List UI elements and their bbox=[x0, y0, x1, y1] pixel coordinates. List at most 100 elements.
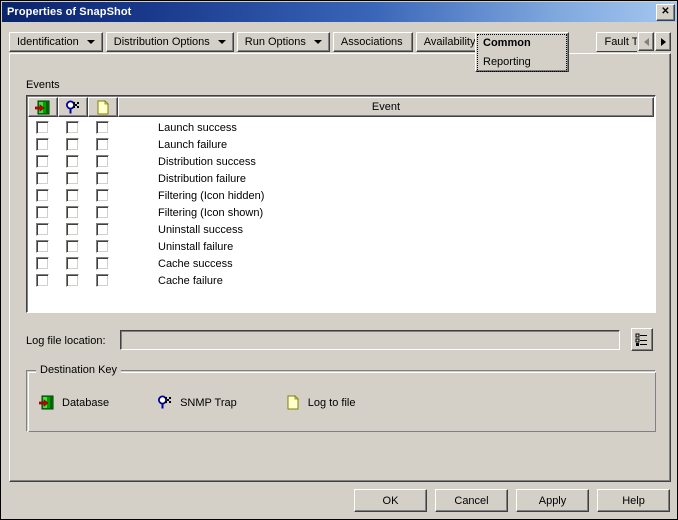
checkbox-logfile-row-8[interactable] bbox=[95, 257, 109, 270]
checkbox-database-row-5[interactable] bbox=[35, 206, 49, 219]
checkbox-snmp-row-8[interactable] bbox=[65, 257, 79, 270]
log-file-browse-button[interactable] bbox=[631, 328, 653, 351]
table-row[interactable]: Distribution success bbox=[27, 153, 655, 170]
dialog-button-row: OK Cancel Apply Help bbox=[354, 489, 670, 512]
checkbox-snmp-row-1[interactable] bbox=[65, 138, 79, 151]
event-name: Cache success bbox=[158, 257, 233, 270]
tab-scroll-buttons bbox=[638, 32, 671, 51]
table-row[interactable]: Launch success bbox=[27, 119, 655, 136]
checkbox-logfile-row-2[interactable] bbox=[95, 155, 109, 168]
checkbox-logfile-row-6[interactable] bbox=[95, 223, 109, 236]
checkbox-database-row-7[interactable] bbox=[35, 240, 49, 253]
event-checkbox-cell-snmp bbox=[57, 206, 87, 219]
event-checkbox-cell-database bbox=[27, 189, 57, 202]
events-list[interactable]: Event Launch success Launch failure Distri… bbox=[26, 95, 656, 313]
checkbox-database-row-1[interactable] bbox=[35, 138, 49, 151]
tab-fault-tolerance[interactable]: Fault Toleranc bbox=[596, 32, 637, 52]
destination-key-groupbox: Destination Key Database SNMP Trap Log t… bbox=[26, 364, 656, 432]
tab-common-submenu-reporting[interactable]: Reporting bbox=[475, 52, 569, 72]
arrow-right-icon bbox=[660, 37, 666, 46]
checkbox-database-row-3[interactable] bbox=[35, 172, 49, 185]
log-file-icon bbox=[95, 99, 111, 115]
tab-common-submenu-reporting-label: Reporting bbox=[483, 55, 531, 68]
tab-strip: Identification Distribution Options Run … bbox=[9, 32, 671, 72]
event-name: Filtering (Icon shown) bbox=[158, 206, 264, 219]
checkbox-snmp-row-0[interactable] bbox=[65, 121, 79, 134]
log-file-location-input[interactable] bbox=[120, 330, 620, 350]
table-row[interactable]: Uninstall failure bbox=[27, 238, 655, 255]
checkbox-snmp-row-3[interactable] bbox=[65, 172, 79, 185]
checkbox-logfile-row-7[interactable] bbox=[95, 240, 109, 253]
close-icon[interactable]: ✕ bbox=[656, 3, 675, 21]
checkbox-logfile-row-5[interactable] bbox=[95, 206, 109, 219]
title-bar-buttons: ✕ bbox=[656, 3, 677, 21]
event-name: Distribution failure bbox=[158, 172, 247, 185]
table-row[interactable]: Filtering (Icon hidden) bbox=[27, 187, 655, 204]
event-checkbox-cell-snmp bbox=[57, 274, 87, 287]
log-file-icon bbox=[285, 395, 301, 410]
event-checkbox-cell-logfile bbox=[87, 138, 117, 151]
checkbox-snmp-row-2[interactable] bbox=[65, 155, 79, 168]
checkbox-logfile-row-3[interactable] bbox=[95, 172, 109, 185]
event-checkbox-cell-logfile bbox=[87, 274, 117, 287]
tab-run-options-label: Run Options bbox=[244, 36, 306, 48]
table-row[interactable]: Filtering (Icon shown) bbox=[27, 204, 655, 221]
tab-associations[interactable]: Associations bbox=[332, 32, 413, 52]
table-row[interactable]: Launch failure bbox=[27, 136, 655, 153]
checkbox-database-row-6[interactable] bbox=[35, 223, 49, 236]
tab-identification-label: Identification bbox=[17, 36, 79, 48]
ok-button[interactable]: OK bbox=[354, 489, 427, 512]
tab-identification[interactable]: Identification bbox=[9, 32, 103, 52]
title-bar: Properties of SnapShot ✕ bbox=[2, 2, 677, 22]
column-header-database[interactable] bbox=[28, 97, 58, 117]
checkbox-snmp-row-9[interactable] bbox=[65, 274, 79, 287]
event-checkbox-cell-snmp bbox=[57, 240, 87, 253]
table-row[interactable]: Cache failure bbox=[27, 272, 655, 289]
checkbox-database-row-8[interactable] bbox=[35, 257, 49, 270]
event-name: Uninstall failure bbox=[158, 240, 234, 253]
event-checkbox-cell-snmp bbox=[57, 138, 87, 151]
checkbox-logfile-row-1[interactable] bbox=[95, 138, 109, 151]
tab-scroll-right-button[interactable] bbox=[655, 32, 671, 51]
checkbox-logfile-row-9[interactable] bbox=[95, 274, 109, 287]
column-header-snmp-trap[interactable] bbox=[58, 97, 88, 117]
window-title: Properties of SnapShot bbox=[7, 6, 132, 18]
event-name: Launch success bbox=[158, 121, 237, 134]
tab-common[interactable]: Common bbox=[475, 32, 569, 52]
event-checkbox-cell-snmp bbox=[57, 189, 87, 202]
checkbox-database-row-9[interactable] bbox=[35, 274, 49, 287]
cancel-button[interactable]: Cancel bbox=[435, 489, 508, 512]
column-header-log-file[interactable] bbox=[88, 97, 118, 117]
checkbox-snmp-row-4[interactable] bbox=[65, 189, 79, 202]
event-checkbox-cell-snmp bbox=[57, 223, 87, 236]
tab-scroll-left-button[interactable] bbox=[638, 32, 654, 51]
checkbox-database-row-4[interactable] bbox=[35, 189, 49, 202]
table-row[interactable]: Uninstall success bbox=[27, 221, 655, 238]
event-checkbox-cell-database bbox=[27, 206, 57, 219]
event-checkbox-cell-logfile bbox=[87, 206, 117, 219]
tab-run-options[interactable]: Run Options bbox=[236, 32, 330, 52]
checkbox-logfile-row-4[interactable] bbox=[95, 189, 109, 202]
event-checkbox-cell-database bbox=[27, 223, 57, 236]
dialog-client-area: Identification Distribution Options Run … bbox=[2, 22, 677, 519]
tab-distribution-options[interactable]: Distribution Options bbox=[105, 32, 234, 52]
legend-label-snmp-trap: SNMP Trap bbox=[180, 396, 237, 409]
column-header-event[interactable]: Event bbox=[118, 97, 654, 117]
checkbox-snmp-row-5[interactable] bbox=[65, 206, 79, 219]
table-row[interactable]: Distribution failure bbox=[27, 170, 655, 187]
tab-associations-label: Associations bbox=[340, 36, 403, 48]
event-checkbox-cell-database bbox=[27, 172, 57, 185]
checkbox-database-row-0[interactable] bbox=[35, 121, 49, 134]
event-name: Uninstall success bbox=[158, 223, 243, 236]
event-checkbox-cell-logfile bbox=[87, 172, 117, 185]
event-name: Cache failure bbox=[158, 274, 223, 287]
checkbox-logfile-row-0[interactable] bbox=[95, 121, 109, 134]
checkbox-snmp-row-6[interactable] bbox=[65, 223, 79, 236]
event-checkbox-cell-database bbox=[27, 274, 57, 287]
table-row[interactable]: Cache success bbox=[27, 255, 655, 272]
apply-button[interactable]: Apply bbox=[516, 489, 589, 512]
events-row-container: Launch success Launch failure Distribution… bbox=[27, 119, 655, 289]
help-button[interactable]: Help bbox=[597, 489, 670, 512]
checkbox-database-row-2[interactable] bbox=[35, 155, 49, 168]
checkbox-snmp-row-7[interactable] bbox=[65, 240, 79, 253]
